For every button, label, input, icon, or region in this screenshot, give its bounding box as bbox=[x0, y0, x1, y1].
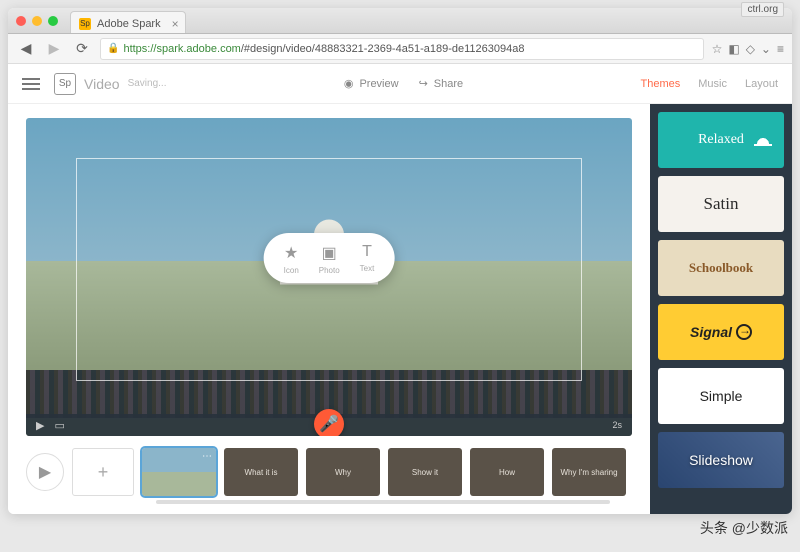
extension-icons: ☆ ◧ ◇ ⌄ ≡ bbox=[712, 42, 784, 56]
tab-themes[interactable]: Themes bbox=[640, 78, 680, 90]
forward-button[interactable]: ▶ bbox=[44, 40, 64, 57]
share-button[interactable]: ↪ Share bbox=[419, 77, 464, 90]
minimize-window-button[interactable] bbox=[32, 16, 42, 26]
theme-signal-label: Signal bbox=[690, 324, 732, 340]
mic-icon: 🎤 bbox=[319, 414, 339, 434]
photo-icon: ▣ bbox=[322, 243, 337, 263]
keyboard-hint: ctrl.org bbox=[741, 2, 784, 17]
hamburger-icon[interactable] bbox=[22, 78, 40, 90]
arrow-circle-icon bbox=[736, 324, 752, 340]
video-canvas[interactable]: ★ Icon ▣ Photo T Text ▶ bbox=[26, 118, 632, 436]
star-icon[interactable]: ☆ bbox=[712, 42, 723, 56]
slide-4[interactable]: Show it bbox=[388, 448, 462, 496]
chrome-titlebar: Sp Adobe Spark × bbox=[8, 8, 792, 34]
theme-relaxed[interactable]: Relaxed bbox=[658, 112, 784, 168]
theme-schoolbook[interactable]: Schoolbook bbox=[658, 240, 784, 296]
add-icon-button[interactable]: ★ Icon bbox=[284, 243, 299, 275]
text-icon: T bbox=[362, 243, 372, 261]
browser-tab[interactable]: Sp Adobe Spark × bbox=[70, 11, 186, 33]
spark-logo: Sp bbox=[54, 73, 76, 95]
ext-icon-1[interactable]: ◧ bbox=[728, 42, 739, 56]
slide-5[interactable]: How bbox=[470, 448, 544, 496]
duration-label: 2s bbox=[612, 420, 622, 430]
browser-window: Sp Adobe Spark × ◀ ▶ ⟳ 🔒 https://spark.a… bbox=[8, 8, 792, 514]
slide-3[interactable]: Why bbox=[306, 448, 380, 496]
theme-signal[interactable]: Signal bbox=[658, 304, 784, 360]
slide-6[interactable]: Why I'm sharing bbox=[552, 448, 626, 496]
app: Sp Video Saving... ◉ Preview ↪ Share The… bbox=[8, 64, 792, 514]
tab-music[interactable]: Music bbox=[698, 78, 727, 90]
star-icon: ★ bbox=[284, 243, 298, 263]
maximize-window-button[interactable] bbox=[48, 16, 58, 26]
app-body: ★ Icon ▣ Photo T Text ▶ bbox=[8, 104, 792, 514]
menu-icon[interactable]: ≡ bbox=[777, 42, 784, 56]
url-bar[interactable]: 🔒 https://spark.adobe.com/#design/video/… bbox=[100, 38, 704, 60]
reload-button[interactable]: ⟳ bbox=[72, 40, 92, 57]
watermark: 头条 @少数派 bbox=[700, 518, 788, 538]
theme-satin[interactable]: Satin bbox=[658, 176, 784, 232]
back-button[interactable]: ◀ bbox=[16, 40, 36, 57]
ext-icon-2[interactable]: ◇ bbox=[746, 42, 755, 56]
add-text-button[interactable]: T Text bbox=[360, 243, 375, 275]
chrome-toolbar: ◀ ▶ ⟳ 🔒 https://spark.adobe.com/#design/… bbox=[8, 34, 792, 64]
window-controls bbox=[16, 16, 58, 26]
add-slide-button[interactable]: + bbox=[72, 448, 134, 496]
main-area: ★ Icon ▣ Photo T Text ▶ bbox=[8, 104, 650, 514]
add-photo-label: Photo bbox=[319, 266, 340, 275]
tab-title: Adobe Spark bbox=[97, 18, 161, 30]
preview-label: Preview bbox=[359, 78, 398, 90]
close-window-button[interactable] bbox=[16, 16, 26, 26]
favicon: Sp bbox=[79, 18, 91, 30]
theme-simple[interactable]: Simple bbox=[658, 368, 784, 424]
add-photo-button[interactable]: ▣ Photo bbox=[319, 243, 340, 275]
share-label: Share bbox=[434, 78, 463, 90]
share-icon: ↪ bbox=[419, 77, 428, 90]
app-header: Sp Video Saving... ◉ Preview ↪ Share The… bbox=[8, 64, 792, 104]
url-path: /#design/video/48883321-2369-4a51-a189-d… bbox=[241, 43, 525, 55]
caption-icon[interactable]: ▭ bbox=[54, 419, 64, 432]
lock-icon: 🔒 bbox=[107, 43, 119, 54]
close-tab-icon[interactable]: × bbox=[172, 17, 179, 31]
timeline: ▶ + ⋯ What it is Why Show it How Why I'm… bbox=[26, 436, 632, 508]
preview-button[interactable]: ◉ Preview bbox=[344, 77, 399, 90]
play-all-button[interactable]: ▶ bbox=[26, 453, 64, 491]
play-icon[interactable]: ▶ bbox=[36, 419, 44, 432]
url-host: https://spark.adobe.com bbox=[123, 43, 240, 55]
theme-slideshow[interactable]: Slideshow bbox=[658, 432, 784, 488]
slide-options-icon[interactable]: ⋯ bbox=[202, 451, 212, 462]
add-content-popup: ★ Icon ▣ Photo T Text bbox=[264, 233, 395, 283]
app-title: Video bbox=[84, 76, 120, 92]
slide-1[interactable]: ⋯ bbox=[142, 448, 216, 496]
record-button[interactable]: 🎤 bbox=[314, 409, 344, 436]
slide-2[interactable]: What it is bbox=[224, 448, 298, 496]
add-icon-label: Icon bbox=[284, 266, 299, 275]
add-text-label: Text bbox=[360, 264, 375, 273]
eye-icon: ◉ bbox=[344, 77, 354, 90]
pocket-icon[interactable]: ⌄ bbox=[761, 42, 771, 56]
tab-layout[interactable]: Layout bbox=[745, 78, 778, 90]
save-status: Saving... bbox=[128, 78, 167, 89]
timeline-scrollbar[interactable] bbox=[156, 500, 610, 504]
theme-panel[interactable]: Relaxed Satin Schoolbook Signal Simple S… bbox=[650, 104, 792, 514]
